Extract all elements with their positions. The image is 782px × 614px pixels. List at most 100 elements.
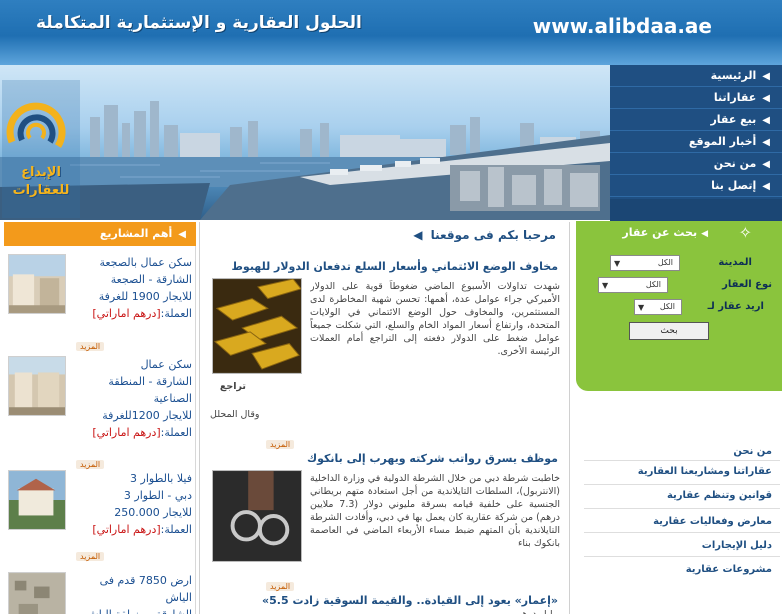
- nav-item-about[interactable]: ◀ من نحن: [610, 153, 782, 175]
- project-item[interactable]: سكن عمال الشارقة - المنطقة الصناعية للاي…: [4, 356, 196, 469]
- project-currency: العملة:[درهم اماراتي]: [70, 424, 192, 441]
- project-location: الشارقة - المنطقة الصناعية: [108, 375, 192, 405]
- city-select[interactable]: الكل ▼: [610, 255, 680, 271]
- news-extra-line: وقال المحلل: [210, 409, 260, 420]
- more-button[interactable]: المزيد: [266, 440, 295, 449]
- quick-links: من نحن عقاراتنا ومشاريعنا العقارية قواني…: [576, 410, 782, 614]
- project-title[interactable]: سكن عمال: [70, 356, 192, 373]
- more-button[interactable]: المزيد: [266, 582, 295, 591]
- project-title[interactable]: سكن عمال بالصجعة: [70, 254, 192, 271]
- project-location: الشارقة - الصجعة: [110, 273, 192, 286]
- site-header: الحلول العقارية و الإستثمارية المتكاملة …: [0, 0, 782, 65]
- nav-label: إتصل بنا: [711, 179, 757, 192]
- news-extra-line: تراجع: [219, 381, 246, 392]
- column-divider: [569, 222, 570, 614]
- news-title[interactable]: موظف يسرق رواتب شركته ويهرب إلى بانكوك: [307, 452, 558, 465]
- site-slogan: الحلول العقارية و الإستثمارية المتكاملة: [36, 13, 362, 33]
- project-price: للايجار 1200للغرفة: [102, 409, 192, 422]
- news-title[interactable]: مخاوف الوضع الائتماني وأسعار السلع تدفعا…: [232, 260, 559, 273]
- nav-item-properties[interactable]: ◀ عقاراتنا: [610, 87, 782, 109]
- project-location: الياش: [165, 591, 192, 604]
- chevron-down-icon: ▼: [602, 281, 609, 290]
- search-title-text: بحث عن عقار: [622, 226, 698, 239]
- nav-footer-bar: [610, 199, 782, 221]
- company-logo[interactable]: الإبداع للعقارات: [2, 80, 80, 218]
- divider: [584, 508, 780, 509]
- projects-list: سكن عمال بالصجعة الشارقة - الصجعة للايجا…: [4, 246, 196, 614]
- project-price: للايجار 1900 للغرفة: [98, 290, 192, 303]
- search-decoration-icon: ✧: [738, 223, 752, 242]
- arrow-left-icon: ◀: [762, 71, 770, 82]
- more-button[interactable]: المزيد: [76, 552, 105, 561]
- currency-value: [درهم اماراتي]: [92, 426, 161, 439]
- purpose-select[interactable]: الكل ▼: [634, 299, 682, 315]
- project-location: دبي - الطوار 3: [123, 489, 192, 502]
- welcome-text: مرحبا بكم فى موقعنا: [430, 228, 556, 242]
- link-real-estate-projects[interactable]: مشروعات عقارية: [686, 564, 772, 575]
- link-regulations[interactable]: قوانين وتنظم عقارية: [667, 490, 772, 501]
- purpose-label: اريد عقار لـ: [707, 301, 764, 312]
- search-button[interactable]: بحث: [629, 322, 709, 340]
- nav-item-contact[interactable]: ◀ إتصل بنا: [610, 175, 782, 197]
- arrow-left-icon: ◀: [762, 115, 770, 126]
- currency-label: العملة:: [160, 523, 192, 536]
- more-button[interactable]: المزيد: [76, 342, 105, 351]
- project-price: الشارقة - منطقة الياش: [70, 606, 192, 614]
- chevron-down-icon: ▼: [614, 259, 621, 268]
- project-currency: العملة:[درهم اماراتي]: [70, 305, 192, 322]
- divider: [584, 556, 780, 557]
- property-type-select[interactable]: الكل ▼: [598, 277, 668, 293]
- project-thumbnail[interactable]: [8, 254, 66, 314]
- welcome-heading: مرحبا بكم فى موقعنا ◀: [413, 228, 556, 242]
- project-thumbnail[interactable]: [8, 572, 66, 614]
- nav-item-home[interactable]: ◀ الرئيسية: [610, 65, 782, 87]
- arrow-left-icon: ◀: [762, 181, 770, 192]
- link-exhibitions[interactable]: معارض وفعاليات عقارية: [653, 516, 772, 527]
- nav-item-sell[interactable]: ◀ بيع عقار: [610, 109, 782, 131]
- site-url[interactable]: www.alibdaa.ae: [533, 14, 712, 38]
- nav-label: أخبار الموقع: [688, 135, 757, 148]
- project-text: سكن عمال بالصجعة الشارقة - الصجعة للايجا…: [70, 254, 192, 322]
- chevron-down-icon: ▼: [638, 303, 645, 312]
- project-price: للايجار 250.000: [114, 506, 192, 519]
- city-skyline-illustration: [0, 101, 610, 220]
- project-text: فيلا بالطوار 3 دبي - الطوار 3 للايجار 25…: [70, 470, 192, 538]
- currency-value: [درهم اماراتي]: [92, 523, 161, 536]
- property-type-value: الكل: [645, 280, 661, 289]
- divider: [584, 532, 780, 533]
- property-type-label: نوع العقار: [722, 279, 772, 290]
- city-label: المدينة: [718, 257, 752, 268]
- project-text: ارض 7850 قدم فى الياش الشارقة - منطقة ال…: [70, 572, 192, 614]
- currency-label: العملة:: [160, 426, 192, 439]
- property-search-panel: ◀بحث عن عقار ✧ المدينة الكل ▼ نوع العقار …: [576, 221, 782, 391]
- project-title[interactable]: فيلا بالطوار 3: [70, 470, 192, 487]
- project-item[interactable]: ارض 7850 قدم فى الياش الشارقة - منطقة ال…: [4, 572, 196, 614]
- purpose-select-value: الكل: [659, 302, 675, 311]
- nav-item-news[interactable]: ◀ أخبار الموقع: [610, 131, 782, 153]
- nav-label: من نحن: [713, 157, 757, 170]
- arrow-left-icon: ◀: [762, 159, 770, 170]
- project-thumbnail[interactable]: [8, 356, 66, 416]
- main-content: مرحبا بكم فى موقعنا ◀ مخاوف الوضع الائتم…: [200, 222, 568, 614]
- divider: [584, 484, 780, 485]
- project-title[interactable]: ارض 7850 قدم فى: [70, 572, 192, 589]
- currency-value: [درهم اماراتي]: [92, 307, 161, 320]
- arrow-left-icon: ◀: [413, 228, 423, 242]
- arrow-left-icon: ◀: [762, 93, 770, 104]
- gold-bars-image: [212, 278, 302, 374]
- link-projects[interactable]: عقاراتنا ومشاريعنا العقارية: [638, 466, 772, 477]
- search-title: ◀بحث عن عقار: [622, 226, 708, 239]
- currency-label: العملة:: [160, 307, 192, 320]
- nav-label: الرئيسية: [710, 69, 757, 82]
- link-about[interactable]: من نحن: [733, 446, 772, 457]
- arrow-left-icon: ◀: [762, 137, 770, 148]
- project-item[interactable]: سكن عمال بالصجعة الشارقة - الصجعة للايجا…: [4, 254, 196, 354]
- link-rent-guide[interactable]: دليل الإيجارات: [702, 540, 772, 551]
- more-button[interactable]: المزيد: [76, 460, 105, 469]
- news-title[interactable]: «إعمار» يعود إلى القيادة.. والقيمة السوق…: [262, 594, 558, 607]
- projects-heading: ◀ أهم المشاريع: [4, 222, 196, 246]
- project-thumbnail[interactable]: [8, 470, 66, 530]
- project-item[interactable]: فيلا بالطوار 3 دبي - الطوار 3 للايجار 25…: [4, 470, 196, 566]
- arrow-left-icon: ◀: [701, 229, 708, 239]
- project-text: سكن عمال الشارقة - المنطقة الصناعية للاي…: [70, 356, 192, 441]
